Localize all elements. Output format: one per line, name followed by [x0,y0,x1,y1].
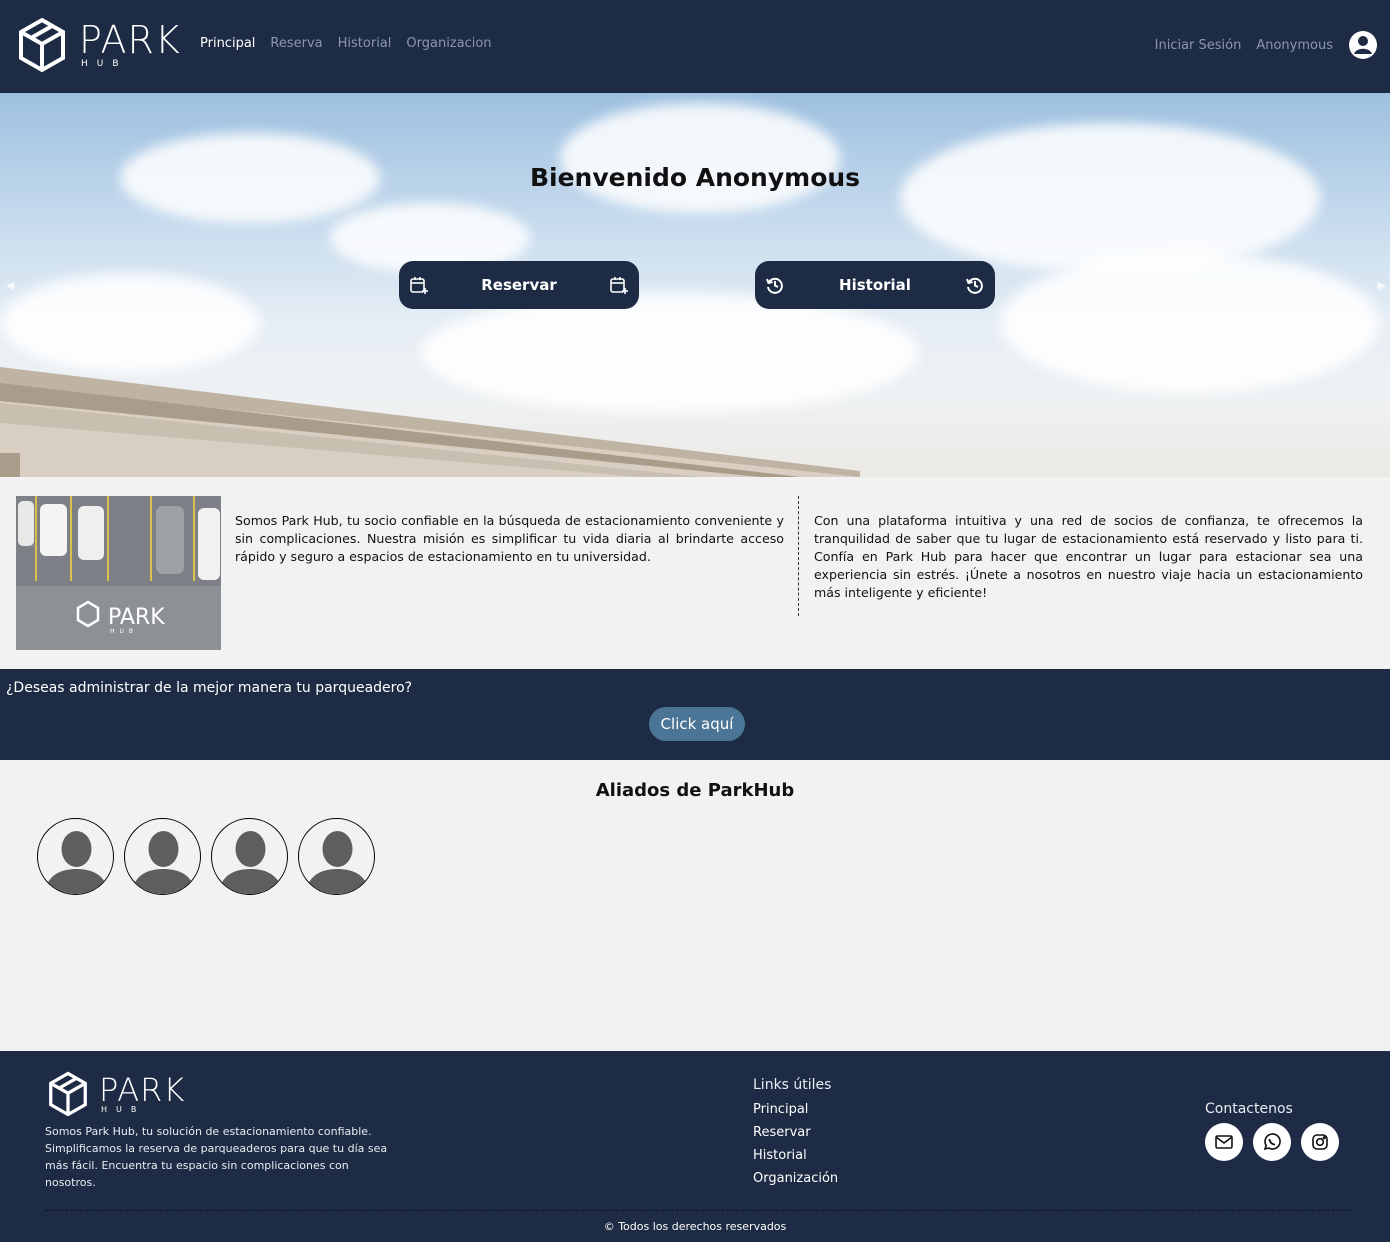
footer-brand-logo[interactable]: PARK HUB [47,1071,185,1117]
svg-text:HUB: HUB [110,628,138,635]
about-divider [798,496,799,616]
navbar: PARK HUB Principal Reserva Historial Org… [0,0,1390,93]
default-avatar-icon [218,831,283,894]
footer-divider [45,1210,1350,1211]
ally-avatar[interactable] [124,818,201,895]
footer-links-title: Links útiles [753,1077,832,1093]
cloud-decoration [900,123,1320,273]
main-nav: Principal Reserva Historial Organizacion [200,36,492,51]
mail-button[interactable] [1205,1123,1243,1161]
login-link[interactable]: Iniciar Sesión [1155,38,1242,53]
history-icon [966,277,983,294]
hero-carousel: ◀ ▶ Bienvenido Anonymous Reservar Histor… [0,93,1390,477]
cta-question: ¿Deseas administrar de la mejor manera t… [6,680,413,696]
carousel-prev-arrow[interactable]: ◀ [6,279,14,292]
nav-link-reserva[interactable]: Reserva [270,36,322,51]
svg-text:PARK: PARK [108,605,165,630]
historial-button[interactable]: Historial [755,261,995,309]
nav-link-principal[interactable]: Principal [200,36,255,51]
whatsapp-icon [1263,1133,1281,1151]
overpass-bridge-image [0,367,860,477]
nav-link-organizacion[interactable]: Organizacion [406,36,491,51]
welcome-title: Bienvenido Anonymous [529,163,861,192]
footer-link-reservar[interactable]: Reservar [753,1124,838,1141]
parking-lot-image: PARK HUB [16,496,221,650]
nav-link-historial[interactable]: Historial [338,36,392,51]
copyright-text: © Todos los derechos reservados [603,1220,787,1233]
about-mission-text: Somos Park Hub, tu socio confiable en la… [235,513,784,564]
footer-link-organizacion[interactable]: Organización [753,1170,838,1187]
footer: PARK HUB Somos Park Hub, tu solución de … [0,1051,1390,1242]
brand-logo[interactable]: PARK HUB [17,17,181,73]
footer-link-historial[interactable]: Historial [753,1147,838,1164]
about-section: PARK HUB Somos Park Hub, tu socio confia… [0,477,1390,669]
ally-avatar[interactable] [37,818,114,895]
calendar-plus-icon [610,277,628,294]
footer-brand-name: PARK [99,1071,186,1109]
footer-links: Principal Reservar Historial Organizació… [753,1101,838,1187]
cloud-decoration [560,103,840,213]
user-circle-icon[interactable] [1348,30,1378,60]
allies-list [37,818,375,895]
instagram-button[interactable] [1301,1123,1339,1161]
footer-brand-sub: HUB [101,1105,146,1114]
park-hub-logo-icon [19,17,65,73]
contact-icons [1205,1123,1339,1161]
historial-label: Historial [839,276,911,294]
default-avatar-icon [44,831,109,894]
history-icon [766,277,783,294]
footer-description: Somos Park Hub, tu solución de estaciona… [45,1125,388,1189]
nav-user-area: Iniciar Sesión Anonymous [1155,30,1378,60]
park-hub-logo-icon [49,1071,87,1117]
brand-sub: HUB [81,59,128,69]
reservar-label: Reservar [481,276,557,294]
mail-icon [1215,1135,1233,1149]
ally-avatar[interactable] [298,818,375,895]
allies-title: Aliados de ParkHub [595,780,795,801]
ally-avatar[interactable] [211,818,288,895]
instagram-icon [1312,1134,1328,1150]
default-avatar-icon [305,831,370,894]
whatsapp-button[interactable] [1253,1123,1291,1161]
username-link[interactable]: Anonymous [1256,38,1333,53]
default-avatar-icon [131,831,196,894]
reservar-button[interactable]: Reservar [399,261,639,309]
cloud-decoration [1000,253,1380,393]
calendar-plus-icon [410,277,428,294]
about-platform-text: Con una plataforma intuitiva y una red d… [814,513,1363,600]
admin-cta-banner: ¿Deseas administrar de la mejor manera t… [0,669,1390,760]
footer-link-principal[interactable]: Principal [753,1101,838,1118]
carousel-next-arrow[interactable]: ▶ [1378,279,1386,292]
click-here-button[interactable]: Click aquí [649,707,745,741]
brand-name: PARK [79,18,181,62]
contact-title: Contactenos [1205,1101,1293,1117]
